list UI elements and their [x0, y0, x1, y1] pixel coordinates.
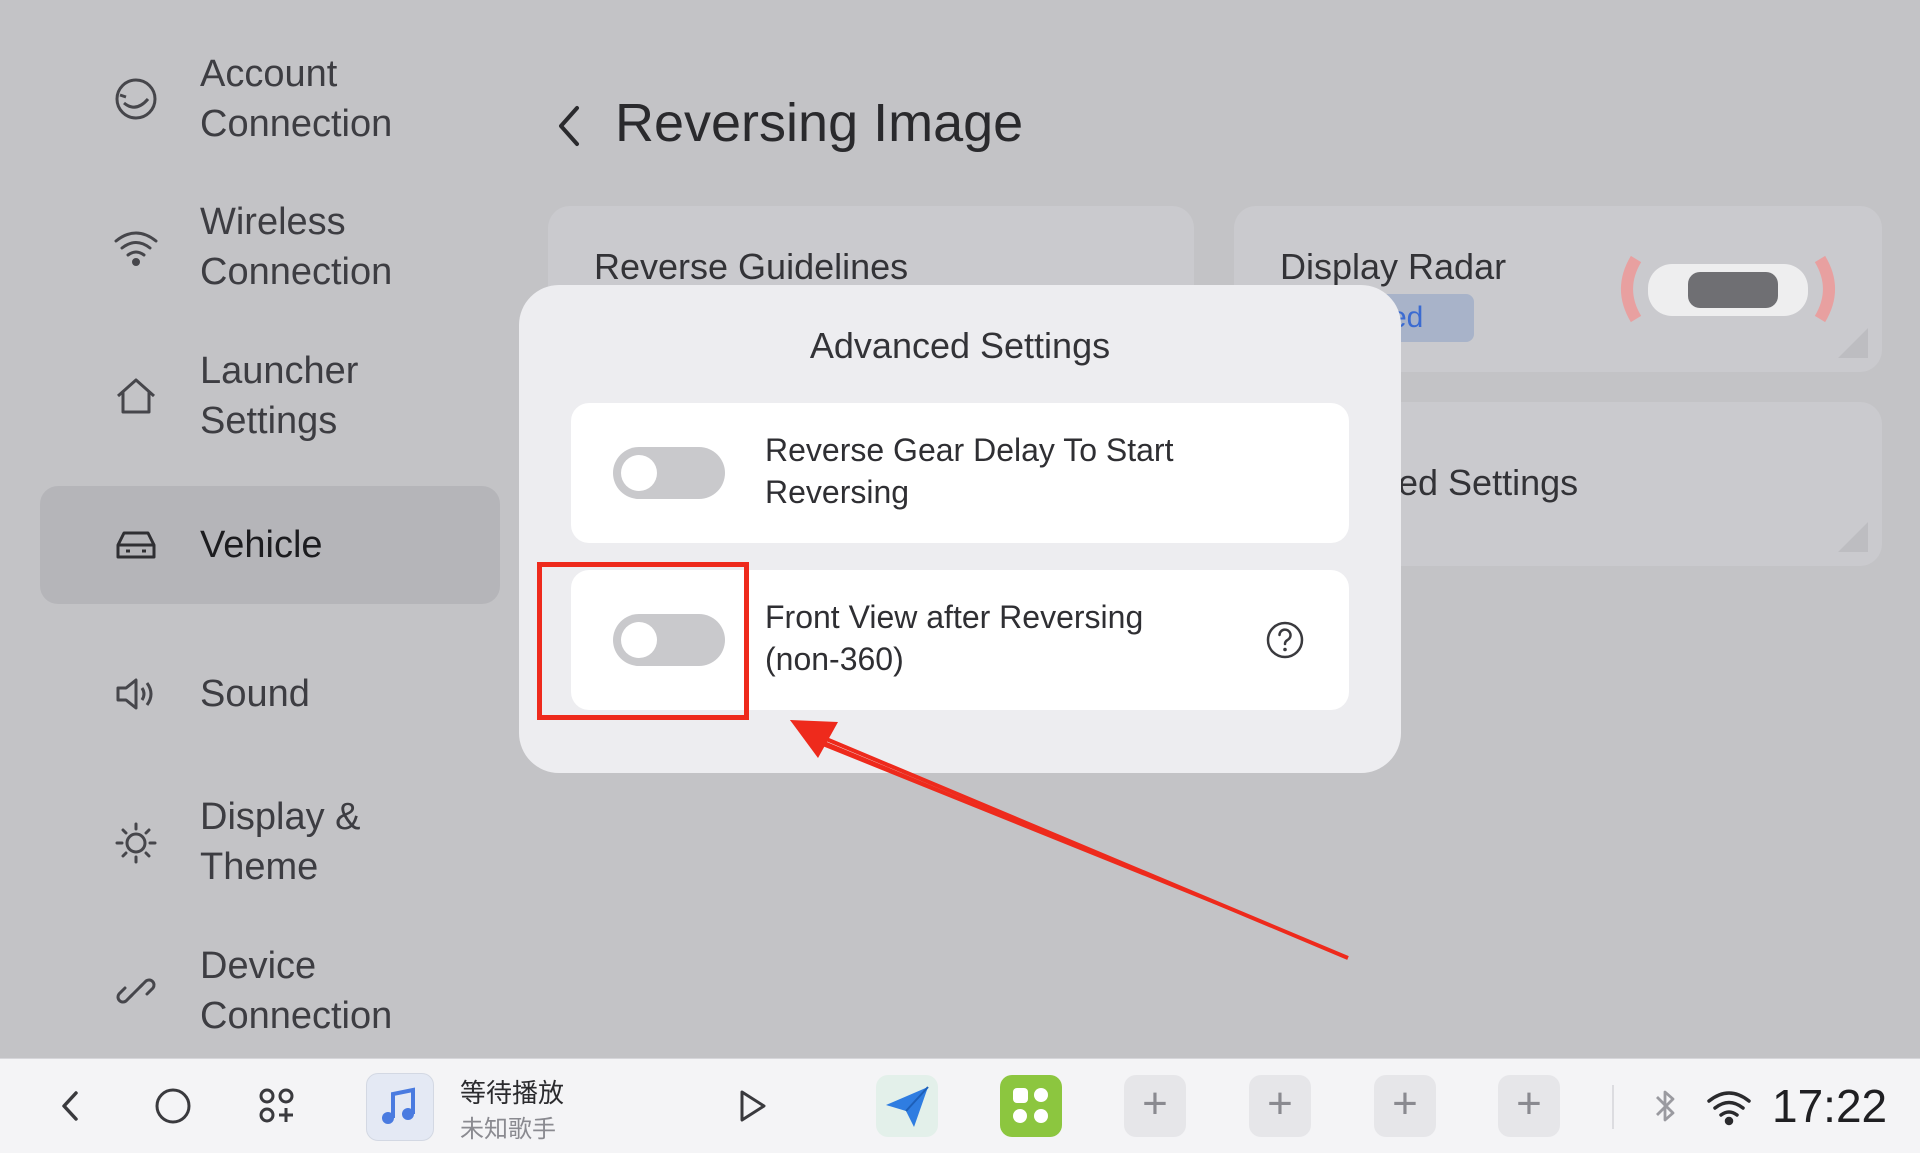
- reverse-gear-delay-toggle[interactable]: [613, 447, 725, 499]
- highlight-box: [537, 562, 749, 720]
- card-title: Reverse Guidelines: [594, 246, 909, 287]
- card-corner-icon: [1838, 328, 1868, 358]
- sidebar-item-label: Sound: [200, 673, 310, 715]
- page-title: Reversing Image: [615, 93, 1024, 153]
- music-artist: 未知歌手: [460, 1116, 556, 1143]
- play-button[interactable]: [722, 1077, 780, 1135]
- app-navigation[interactable]: [876, 1075, 938, 1137]
- card-title: Display Radar: [1280, 246, 1507, 287]
- wifi-icon: [110, 221, 162, 273]
- settings-sidebar: Account Connection Wireless Connection L…: [0, 0, 520, 1058]
- add-app-slot-1[interactable]: +: [1124, 1075, 1186, 1137]
- nav-back-button[interactable]: [42, 1077, 100, 1135]
- back-button[interactable]: [545, 96, 595, 156]
- option-label: Front View after Reversing (non-360): [765, 599, 1144, 677]
- toggle-knob: [621, 455, 657, 491]
- bluetooth-status[interactable]: [1636, 1077, 1694, 1135]
- home-icon: [110, 370, 162, 422]
- music-title: 等待播放: [460, 1078, 565, 1108]
- nav-home-button[interactable]: [144, 1077, 202, 1135]
- sidebar-item-device-connection[interactable]: Device Connection: [40, 932, 500, 1050]
- apps-grid-icon: [259, 1088, 294, 1123]
- taskbar: 等待播放 未知歌手 + + + + 17:22: [0, 1058, 1920, 1153]
- wifi-status[interactable]: [1700, 1077, 1758, 1135]
- sidebar-item-label: Account Connection: [200, 53, 393, 145]
- sidebar-item-label: Launcher Settings: [200, 350, 359, 442]
- music-note-icon: [382, 1087, 415, 1124]
- sidebar-item-display-theme[interactable]: Display & Theme: [40, 783, 500, 901]
- circle-home-icon: [155, 1088, 191, 1124]
- sidebar-item-sound[interactable]: Sound: [40, 635, 500, 753]
- option-reverse-gear-delay: Reverse Gear Delay To Start Reversing: [571, 403, 1349, 543]
- car-icon: [110, 519, 162, 571]
- app-grid-icon: [1013, 1088, 1048, 1123]
- question-circle-icon[interactable]: [1265, 620, 1305, 660]
- music-album-art[interactable]: [366, 1073, 434, 1141]
- advanced-settings-card-label: ed Settings: [1398, 462, 1579, 503]
- sidebar-item-label: Wireless Connection: [200, 201, 393, 293]
- play-icon: [740, 1090, 766, 1122]
- nav-apps-button[interactable]: [248, 1077, 306, 1135]
- taskbar-divider: [1612, 1085, 1614, 1129]
- chevron-left-icon: [62, 1091, 78, 1121]
- paper-plane-icon: [886, 1086, 929, 1127]
- chevron-left-icon: [559, 106, 579, 146]
- sidebar-item-vehicle[interactable]: Vehicle: [40, 486, 500, 604]
- add-app-slot-3[interactable]: +: [1374, 1075, 1436, 1137]
- card-corner-icon: [1838, 522, 1868, 552]
- add-app-slot-2[interactable]: +: [1249, 1075, 1311, 1137]
- sidebar-item-wireless-connection[interactable]: Wireless Connection: [40, 188, 500, 306]
- wifi-icon: [1707, 1091, 1751, 1126]
- car-radar-icon: [1621, 255, 1835, 323]
- dialog-title: Advanced Settings: [809, 325, 1111, 366]
- option-label: Reverse Gear Delay To Start Reversing: [765, 432, 1174, 510]
- bluetooth-icon: [1656, 1090, 1675, 1122]
- app-green-launcher[interactable]: [1000, 1075, 1062, 1137]
- sidebar-item-label: Vehicle: [200, 524, 323, 566]
- sidebar-item-account-connection[interactable]: Account Connection: [40, 40, 500, 158]
- link-icon: [110, 965, 162, 1017]
- clock: 17:22: [1772, 1080, 1888, 1132]
- speaker-icon: [110, 668, 162, 720]
- add-app-slot-4[interactable]: +: [1498, 1075, 1560, 1137]
- sidebar-item-launcher-settings[interactable]: Launcher Settings: [40, 337, 500, 455]
- account-icon: [110, 73, 162, 125]
- sidebar-item-label: Device Connection: [200, 945, 393, 1037]
- brightness-icon: [110, 816, 162, 868]
- sidebar-item-label: Display & Theme: [200, 796, 361, 888]
